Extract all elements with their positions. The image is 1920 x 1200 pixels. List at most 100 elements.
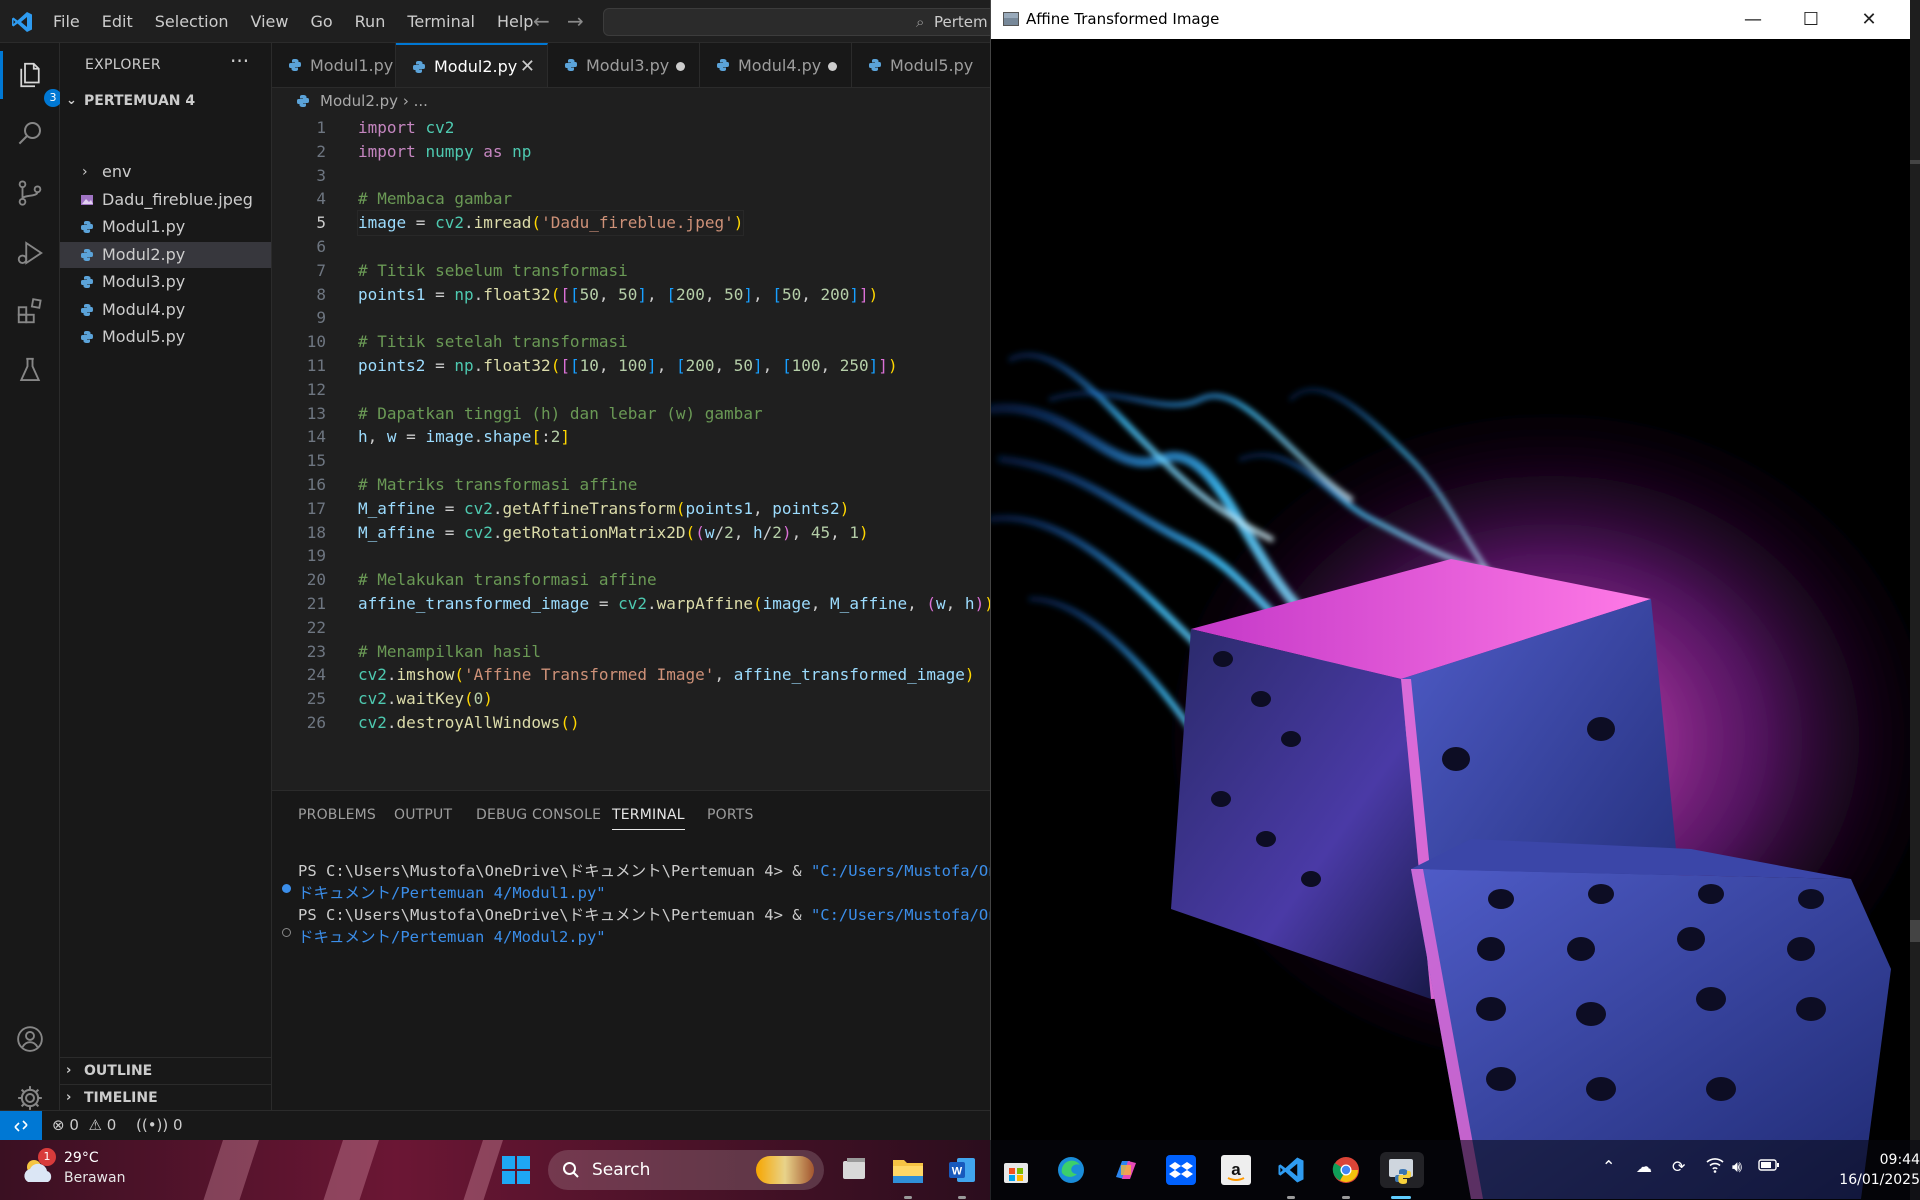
menu-edit[interactable]: Edit (91, 7, 144, 37)
panel-tab-terminal[interactable]: TERMINAL (612, 807, 685, 830)
edge-browser-icon[interactable] (1053, 1152, 1089, 1188)
folder-header[interactable]: ⌄ PERTEMUAN 4 (60, 90, 272, 112)
sync-icon[interactable]: ⟳ (1672, 1157, 1685, 1176)
task-view-icon[interactable] (836, 1152, 872, 1188)
python-window-icon[interactable] (1380, 1152, 1424, 1188)
tab-modul5-py[interactable]: Modul5.py (852, 43, 990, 87)
problems-status[interactable]: ⊗ 0 ⚠ 0 (52, 1116, 116, 1134)
scrollbar-thumb[interactable] (1910, 920, 1920, 942)
vscode-logo-icon[interactable] (10, 10, 34, 34)
command-center-search[interactable]: ⌕ Pertem (603, 8, 990, 36)
code-token: 2 (550, 427, 561, 447)
close-icon[interactable]: ✕ (1840, 0, 1898, 39)
tab-modul1-py[interactable]: Modul1.py (272, 43, 396, 87)
tree-item[interactable]: Modul2.py (60, 241, 271, 268)
tree-item[interactable]: Modul3.py (60, 269, 271, 295)
code-token: ( (560, 713, 570, 732)
timeline-section[interactable]: › TIMELINE (60, 1084, 271, 1110)
file-explorer-icon[interactable] (890, 1152, 926, 1188)
account-icon[interactable] (12, 1021, 48, 1057)
menu-bar: File Edit Selection View Go Run Terminal Help (42, 0, 544, 43)
code-token: = (406, 213, 436, 233)
taskbar-search[interactable]: Search (548, 1150, 824, 1190)
code-token: h (358, 427, 368, 447)
panel-tab-ports[interactable]: PORTS (707, 807, 754, 823)
explorer-icon[interactable]: 3 (0, 51, 62, 107)
back-arrow-icon[interactable]: ← (533, 9, 550, 33)
forward-arrow-icon[interactable]: → (567, 9, 584, 33)
code-token: [ (781, 356, 792, 375)
testing-icon[interactable] (12, 352, 48, 388)
amazon-icon[interactable]: a (1218, 1152, 1254, 1188)
breadcrumb-symbols[interactable]: ... (414, 92, 428, 110)
volume-icon[interactable]: 🔊︎ (1732, 1157, 1742, 1177)
code-token: ) (859, 522, 869, 542)
ports-status[interactable]: ((•)) 0 (136, 1116, 183, 1134)
menu-file[interactable]: File (42, 7, 91, 37)
maximize-icon[interactable]: ☐ (1782, 0, 1840, 39)
microsoft-store-icon[interactable] (998, 1152, 1034, 1188)
vscode-taskbar-icon[interactable] (1273, 1152, 1309, 1188)
menu-run[interactable]: Run (344, 7, 397, 37)
code-token: , (791, 522, 811, 542)
tab-modul3-py[interactable]: Modul3.py (548, 43, 700, 87)
line-number: 21 (306, 594, 326, 613)
code-token: [ (569, 356, 580, 375)
tree-item-label: Modul5.py (102, 327, 186, 346)
menu-go[interactable]: Go (299, 7, 343, 37)
onedrive-cloud-icon[interactable]: ☁ (1636, 1157, 1652, 1176)
command-success-icon[interactable] (282, 884, 291, 893)
command-running-icon[interactable] (282, 928, 291, 937)
menu-view[interactable]: View (240, 7, 300, 37)
windows-start-icon[interactable] (498, 1152, 534, 1188)
copilot-icon[interactable] (1108, 1152, 1144, 1188)
menu-selection[interactable]: Selection (144, 7, 240, 37)
source-control-icon[interactable] (12, 175, 48, 211)
svg-text:W: W (952, 1166, 963, 1178)
wifi-icon[interactable] (1706, 1157, 1724, 1177)
close-icon[interactable]: ✕ (520, 45, 535, 87)
tree-item[interactable]: Modul1.py (60, 214, 271, 240)
search-icon[interactable] (12, 115, 48, 151)
code-token: , (762, 356, 782, 375)
tree-item[interactable]: Dadu_fireblue.jpeg (60, 187, 271, 213)
tree-item[interactable]: Modul5.py (60, 324, 271, 350)
minimize-icon[interactable]: — (1724, 0, 1782, 39)
terminal-line: ドキュメント/Pertemuan 4/Modul1.py" (298, 881, 606, 903)
code-token: ( (926, 594, 937, 613)
terminal-line: PS C:\Users\Mustofa\OneDrive\ドキュメント\Pert… (298, 903, 990, 925)
image-window-titlebar[interactable]: Affine Transformed Image — ☐ ✕ (991, 0, 1910, 39)
code-token: ) (868, 284, 879, 304)
panel-tab-output[interactable]: OUTPUT (394, 807, 452, 823)
line-number: 20 (306, 570, 326, 590)
code-token: cv2 (463, 522, 493, 542)
run-debug-icon[interactable] (12, 235, 48, 271)
chevron-up-icon[interactable]: ⌃ (1602, 1157, 1615, 1176)
code-editor[interactable]: 1 import cv2 2 import numpy as np 3 4 # Membac… (272, 114, 990, 790)
tree-item[interactable]: › env (60, 159, 271, 185)
more-actions-icon[interactable]: ··· (230, 49, 249, 73)
panel-tab-debug-console[interactable]: DEBUG CONSOLE (476, 807, 601, 823)
panel-tab-problems[interactable]: PROBLEMS (298, 807, 376, 823)
breadcrumb-file[interactable]: Modul2.py (320, 92, 398, 110)
tab-modul4-py[interactable]: Modul4.py (700, 43, 852, 87)
menu-terminal[interactable]: Terminal (396, 7, 486, 37)
warning-count: 0 (106, 1116, 117, 1134)
chrome-icon[interactable] (1328, 1152, 1364, 1188)
dropbox-icon[interactable] (1163, 1152, 1199, 1188)
outline-section[interactable]: › OUTLINE (60, 1057, 271, 1083)
tab-modul2-py[interactable]: Modul2.py ✕ (396, 43, 548, 87)
line-number: 11 (306, 356, 326, 375)
tree-item[interactable]: Modul4.py (60, 297, 271, 323)
code-token: , (714, 665, 734, 685)
scrollbar-thumb[interactable] (1910, 160, 1920, 164)
word-icon[interactable]: W (944, 1152, 980, 1188)
remote-indicator-icon[interactable] (0, 1111, 42, 1140)
system-clock[interactable]: 09:44 16/01/2025 (1820, 1150, 1920, 1190)
extensions-icon[interactable] (12, 293, 48, 329)
code-token: 250 (839, 356, 869, 375)
title-bar: File Edit Selection View Go Run Terminal Help ←… (0, 0, 990, 43)
battery-icon[interactable] (1758, 1157, 1780, 1176)
line-number: 15 (306, 451, 326, 471)
code-token: , (907, 594, 927, 613)
